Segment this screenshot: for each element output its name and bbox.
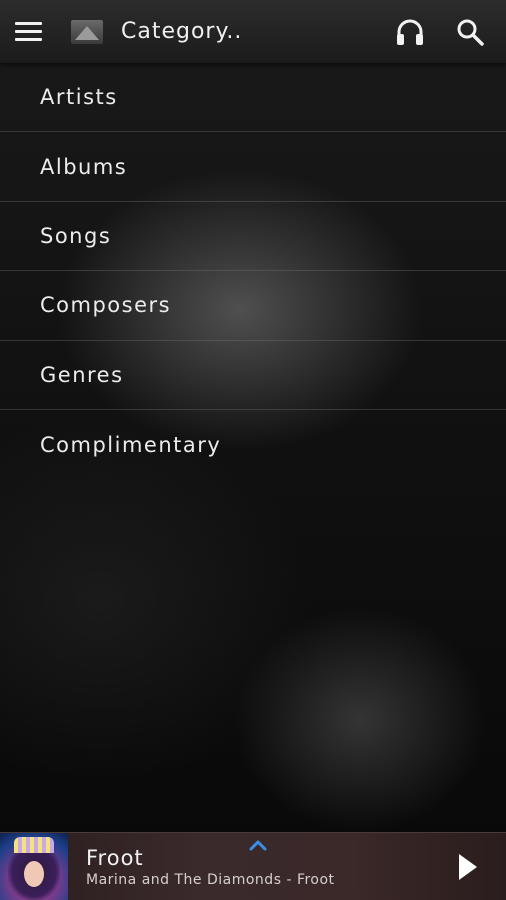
category-item-composers[interactable]: Composers	[0, 271, 506, 341]
category-label: Complimentary	[40, 432, 222, 457]
hamburger-menu-icon	[15, 22, 42, 25]
search-button[interactable]	[450, 12, 490, 52]
search-icon	[457, 19, 484, 46]
play-icon	[459, 853, 477, 880]
headphones-button[interactable]	[390, 12, 430, 52]
category-item-genres[interactable]: Genres	[0, 341, 506, 410]
page-title: Category..	[121, 19, 243, 44]
category-item-songs[interactable]: Songs	[0, 202, 506, 272]
menu-button[interactable]	[15, 14, 51, 50]
track-title: Froot	[86, 845, 144, 870]
track-info[interactable]: Froot Marina and The Diamonds - Froot	[86, 845, 448, 889]
category-label: Genres	[40, 362, 124, 387]
category-list: Artists Albums Songs Composers Genres Co…	[0, 63, 506, 479]
now-playing-bar[interactable]: Froot Marina and The Diamonds - Froot	[0, 832, 506, 900]
chevron-up-icon[interactable]	[249, 839, 267, 851]
app-logo-icon	[71, 19, 103, 44]
category-label: Artists	[40, 85, 118, 110]
category-item-artists[interactable]: Artists	[0, 63, 506, 133]
app-bar: Category..	[0, 0, 506, 63]
category-item-albums[interactable]: Albums	[0, 132, 506, 202]
play-button[interactable]	[448, 847, 488, 887]
headphones-icon	[397, 19, 423, 45]
category-label: Songs	[40, 223, 112, 248]
category-label: Composers	[40, 293, 172, 318]
track-subtitle: Marina and The Diamonds - Froot	[86, 871, 335, 888]
album-art[interactable]	[0, 832, 68, 900]
category-label: Albums	[40, 154, 128, 179]
category-item-complimentary[interactable]: Complimentary	[0, 410, 506, 479]
